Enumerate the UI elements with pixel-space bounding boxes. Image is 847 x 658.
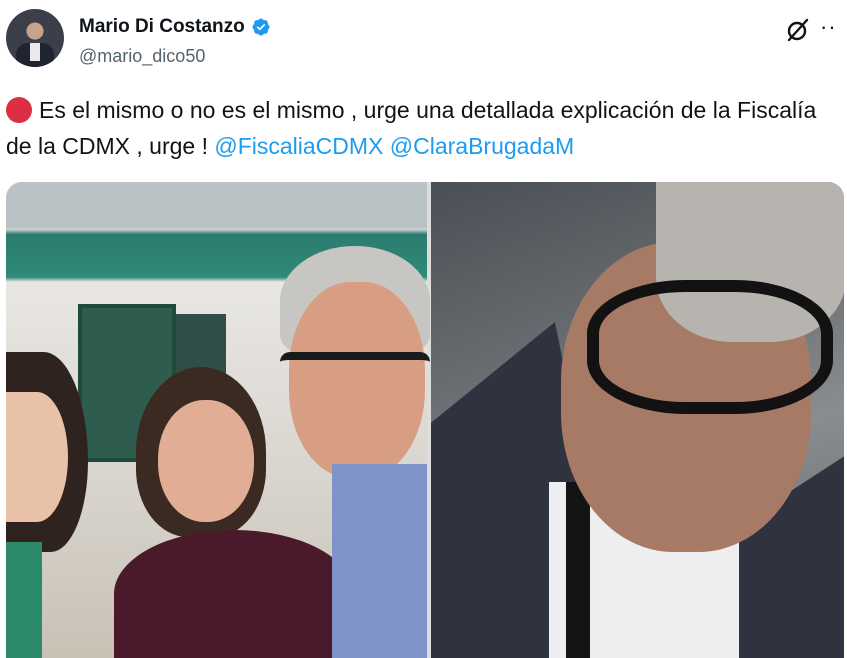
photo-man-shirt (332, 464, 427, 658)
photo-awning (6, 182, 427, 228)
photo-man-glasses (587, 280, 833, 414)
photo-person-left-shirt (6, 542, 42, 658)
photo-man-glasses (280, 352, 430, 408)
author-name-row: Mario Di Costanzo (79, 16, 271, 38)
mention-clarabrugadam[interactable]: @ClaraBrugadaM (390, 133, 574, 159)
author-handle[interactable]: @mario_dico50 (79, 46, 205, 67)
tweet-media (6, 182, 844, 658)
verified-badge-icon (252, 18, 270, 36)
photo-strap (566, 482, 590, 658)
photo-woman-face (158, 400, 254, 522)
avatar-shirt (30, 43, 40, 61)
mention-fiscaliacdmx[interactable]: @FiscaliaCDMX (214, 133, 383, 159)
media-photo-left[interactable] (6, 182, 430, 658)
author-avatar[interactable] (6, 9, 64, 67)
photo-window (176, 314, 226, 374)
photo-person-left-face (6, 392, 68, 522)
tweet-text: Es el mismo o no es el mismo , urge una … (6, 92, 836, 164)
media-photo-right[interactable] (431, 182, 844, 658)
red-circle-icon (6, 97, 32, 123)
grok-icon[interactable] (785, 17, 811, 43)
more-icon[interactable]: ·· (820, 14, 837, 40)
photo-woman-dress (114, 530, 354, 658)
author-display-name[interactable]: Mario Di Costanzo (79, 16, 245, 38)
